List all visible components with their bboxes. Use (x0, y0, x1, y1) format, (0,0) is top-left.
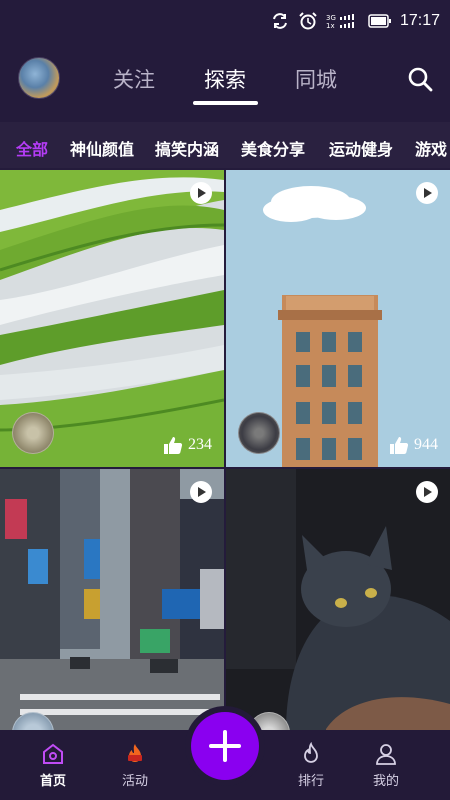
play-icon (190, 481, 212, 503)
category-bar[interactable]: 全部 神仙颜值 搞笑内涵 美食分享 运动健身 游戏 (0, 122, 450, 168)
nav-home[interactable]: 首页 (23, 742, 83, 789)
nav-ranking[interactable]: 排行 (281, 742, 341, 789)
category-all[interactable]: 全部 (16, 136, 48, 160)
user-icon (376, 744, 396, 765)
author-avatar[interactable] (238, 412, 280, 454)
status-bar: 3G 1x 17:17 (0, 0, 450, 42)
nav-ranking-label: 排行 (297, 774, 324, 789)
nav-profile[interactable]: 我的 (356, 742, 416, 789)
hot-flame-icon (128, 744, 142, 762)
alarm-icon (299, 12, 317, 30)
play-icon (416, 481, 438, 503)
svg-text:1x: 1x (326, 22, 335, 29)
user-avatar[interactable] (18, 57, 60, 99)
play-icon (190, 182, 212, 204)
category-food[interactable]: 美食分享 (241, 136, 305, 160)
nav-profile-label: 我的 (372, 774, 399, 789)
tab-explore[interactable]: 探索 (204, 64, 246, 94)
nav-activity-label: 活动 (121, 774, 148, 789)
like-count-value: 944 (414, 436, 438, 453)
like-count[interactable]: 944 (388, 434, 438, 456)
signal-icon: 3G 1x (326, 13, 360, 29)
status-icons: 3G 1x 17:17 (270, 10, 440, 32)
battery-icon (368, 14, 391, 28)
feed-card-black-cat[interactable] (226, 469, 450, 731)
home-icon (43, 743, 63, 764)
flame-icon (304, 742, 318, 763)
tab-following[interactable]: 关注 (113, 64, 155, 94)
top-header: 关注 探索 同城 (0, 42, 450, 120)
thumbs-up-icon (164, 437, 183, 454)
category-beauty[interactable]: 神仙颜值 (70, 136, 134, 160)
category-games[interactable]: 游戏 (415, 136, 447, 160)
tab-nearby[interactable]: 同城 (295, 64, 337, 94)
svg-text:3G: 3G (326, 14, 336, 22)
active-tab-indicator (193, 101, 258, 105)
city-street-image (0, 469, 224, 731)
thumbs-up-icon (390, 437, 409, 454)
nav-home-label: 首页 (39, 774, 66, 789)
create-post-button[interactable] (191, 712, 259, 780)
play-icon (416, 182, 438, 204)
app-screen: 3G 1x 17:17 关注 探索 同城 全部 神仙颜值 搞笑内涵 美食分享 运… (0, 0, 450, 800)
author-avatar[interactable] (12, 412, 54, 454)
search-icon[interactable] (407, 66, 433, 92)
sync-icon (272, 13, 287, 29)
feed-card-city-street[interactable] (0, 469, 224, 731)
nav-activity[interactable]: 活动 (105, 742, 165, 789)
status-time: 17:17 (399, 12, 440, 29)
feed-card-rice-terraces[interactable]: 234 (0, 170, 224, 467)
like-count-value: 234 (188, 436, 212, 453)
feed-card-tower[interactable]: 944 (226, 170, 450, 467)
black-cat-image (226, 469, 450, 731)
like-count[interactable]: 234 (162, 434, 212, 456)
category-funny[interactable]: 搞笑内涵 (155, 136, 219, 160)
category-fitness[interactable]: 运动健身 (329, 136, 393, 160)
